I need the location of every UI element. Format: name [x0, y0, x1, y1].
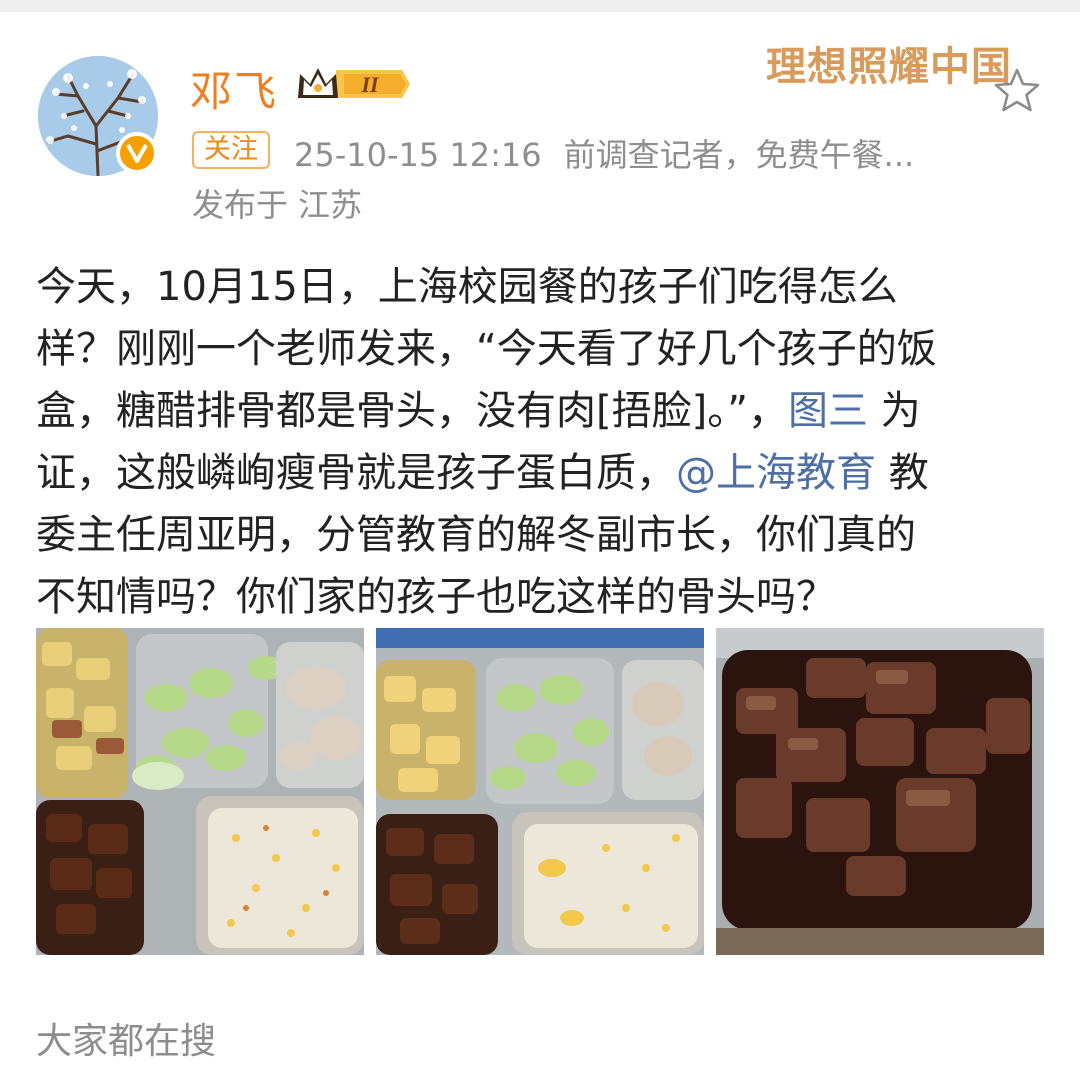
post-line-text: 为	[880, 388, 921, 434]
post-body: 今天，10月15日，上海校园餐的孩子们吃得怎么 样？刚刚一个老师发来，“今天看了…	[36, 256, 1046, 628]
mention-link[interactable]: @上海教育	[676, 450, 876, 496]
post-timestamp: 25-10-15 12:16	[294, 136, 542, 174]
member-level-badge[interactable]: II	[296, 64, 412, 108]
location-prefix: 发布于	[192, 186, 289, 224]
status-bar-strip	[0, 0, 1080, 12]
post-image-2[interactable]	[376, 628, 704, 955]
post-line: 样？刚刚一个老师发来，“今天看了好几个孩子的饭	[36, 326, 937, 372]
author-name[interactable]: 邓飞	[190, 58, 278, 119]
post-line: 今天，10月15日，上海校园餐的孩子们吃得怎么	[36, 264, 898, 310]
post-line-text: 证，这般嶙峋瘦骨就是孩子蛋白质，	[36, 450, 676, 496]
post-line: 证，这般嶙峋瘦骨就是孩子蛋白质，@上海教育 教	[36, 442, 1046, 504]
post-image-3[interactable]	[716, 628, 1044, 955]
verified-badge-icon	[116, 132, 158, 174]
star-icon[interactable]	[992, 66, 1042, 120]
follow-button[interactable]: 关注	[192, 131, 270, 169]
brand-slogan: 理想照耀中国	[766, 43, 1012, 90]
post-location: 发布于 江苏	[192, 180, 362, 226]
post-meta: 25-10-15 12:16 前调查记者，免费午餐...	[294, 130, 914, 176]
level-text: II	[360, 72, 380, 97]
post-line: 不知情吗？你们家的孩子也吃这样的骨头吗？	[36, 574, 836, 620]
post-line-text: 盒，糖醋排骨都是骨头，没有肉[捂脸]。”，	[36, 388, 788, 434]
post-line: 盒，糖醋排骨都是骨头，没有肉[捂脸]。”，图三 为	[36, 380, 1046, 442]
author-description[interactable]: 前调查记者，免费午餐...	[564, 136, 915, 174]
post-line: 委主任周亚明，分管教育的解冬副市长，你们真的	[36, 512, 916, 558]
image-reference-link[interactable]: 图三	[788, 388, 868, 434]
trending-section-title: 大家都在搜	[36, 1021, 217, 1062]
post-line-text: 教	[888, 450, 929, 496]
post-image-1[interactable]	[36, 628, 364, 955]
location-name: 江苏	[298, 186, 363, 224]
crown-icon	[298, 68, 338, 98]
